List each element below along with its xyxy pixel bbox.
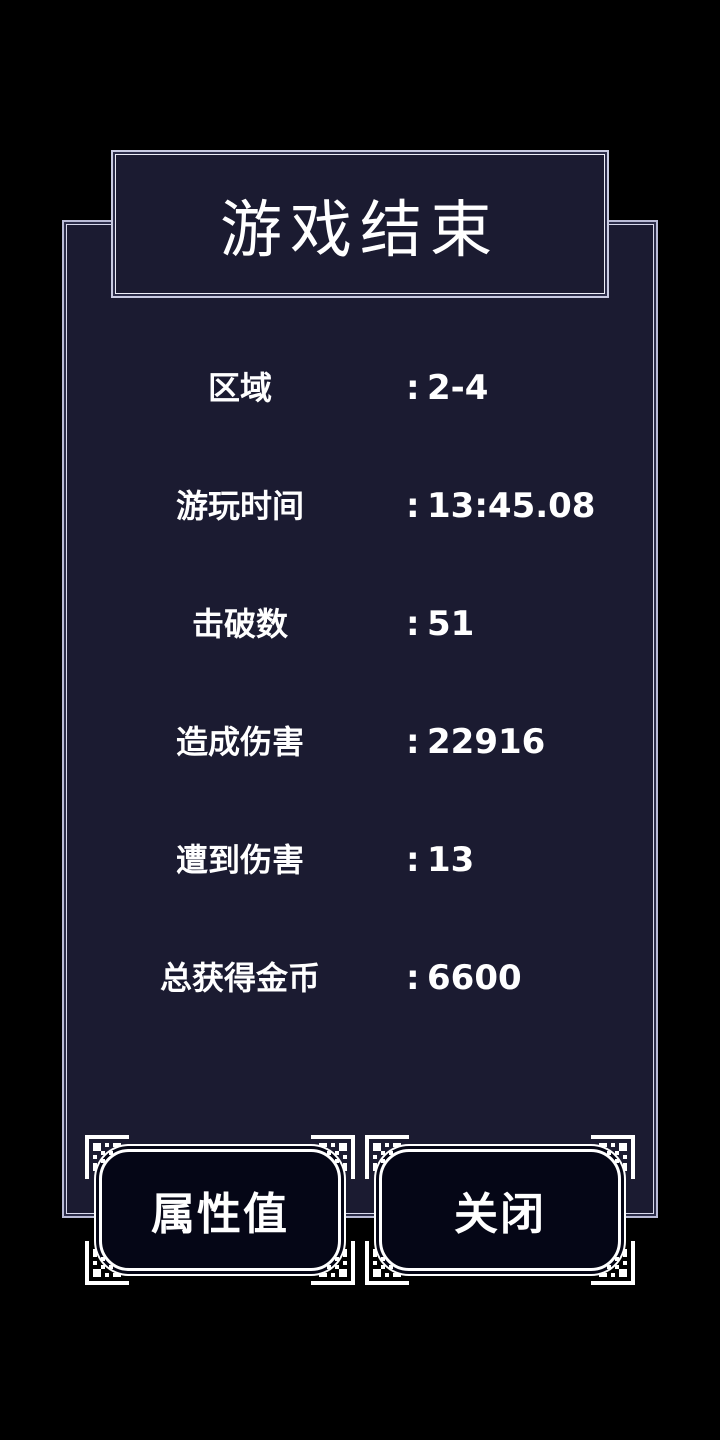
- stat-label: 遭到伤害: [175, 841, 304, 879]
- stat-value: 6600: [427, 958, 522, 998]
- ornament-corner-icon: [365, 1241, 409, 1285]
- stat-value: 22916: [427, 722, 546, 762]
- stat-row-play-time: 游玩时间 : 13:45.08: [62, 476, 658, 536]
- stat-row-area: 区域 : 2-4: [62, 358, 658, 418]
- stat-row-damage-taken: 遭到伤害 : 13: [62, 830, 658, 890]
- ornament-corner-icon: [311, 1241, 355, 1285]
- stat-label: 区域: [207, 369, 272, 407]
- attributes-button-label: 属性值: [151, 1189, 289, 1240]
- stat-row-kills: 击破数 : 51: [62, 594, 658, 654]
- stat-value: 13:45.08: [427, 486, 596, 526]
- stat-label: 游玩时间: [175, 487, 304, 525]
- ornament-corner-icon: [365, 1135, 409, 1179]
- stat-row-total-gold: 总获得金币 : 6600: [62, 948, 658, 1008]
- stat-value: 51: [427, 604, 475, 644]
- attributes-button-face[interactable]: 属性值: [99, 1149, 341, 1271]
- ornament-corner-icon: [591, 1135, 635, 1179]
- close-button-face[interactable]: 关闭: [379, 1149, 621, 1271]
- stat-value: 13: [427, 840, 475, 880]
- stat-row-damage-dealt: 造成伤害 : 22916: [62, 712, 658, 772]
- ornament-corner-icon: [591, 1241, 635, 1285]
- title-banner: 游戏结束: [111, 150, 609, 298]
- stat-colon: :: [406, 486, 420, 526]
- attributes-button[interactable]: 属性值: [85, 1135, 355, 1285]
- stat-label: 击破数: [191, 605, 288, 643]
- stat-label: 造成伤害: [175, 723, 304, 761]
- page-title: 游戏结束: [219, 193, 500, 266]
- ornament-corner-icon: [85, 1241, 129, 1285]
- close-button[interactable]: 关闭: [365, 1135, 635, 1285]
- close-button-label: 关闭: [454, 1189, 546, 1240]
- stat-colon: :: [406, 958, 420, 998]
- stat-label: 总获得金币: [159, 959, 320, 997]
- stat-colon: :: [406, 722, 420, 762]
- stat-colon: :: [406, 604, 420, 644]
- stat-colon: :: [406, 840, 420, 880]
- ornament-corner-icon: [85, 1135, 129, 1179]
- stat-colon: :: [406, 368, 420, 408]
- ornament-corner-icon: [311, 1135, 355, 1179]
- stat-value: 2-4: [427, 368, 489, 408]
